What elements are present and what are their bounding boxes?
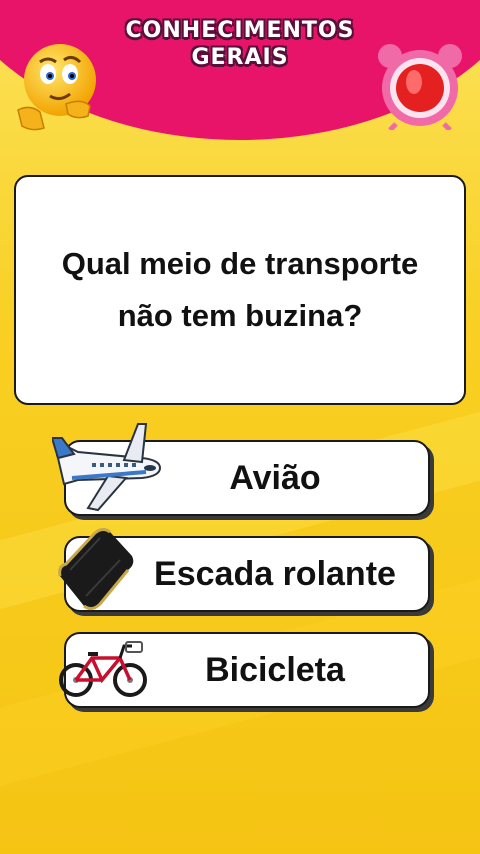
question-text: Qual meio de transporte não tem buzina? (61, 246, 419, 333)
alarm-clock-icon (378, 44, 462, 130)
header: CONHECIMENTOS GERAIS (0, 0, 480, 140)
answer-label: Avião (229, 458, 321, 497)
answer-label: Escada rolante (154, 554, 396, 593)
bicycle-icon (59, 641, 147, 697)
question-card: Qual meio de transporte não tem buzina? (14, 175, 466, 405)
escalator-icon (58, 527, 134, 611)
airplane-icon (52, 423, 162, 512)
answer-label: Bicicleta (205, 650, 345, 689)
thinking-emoji-icon (17, 44, 96, 131)
